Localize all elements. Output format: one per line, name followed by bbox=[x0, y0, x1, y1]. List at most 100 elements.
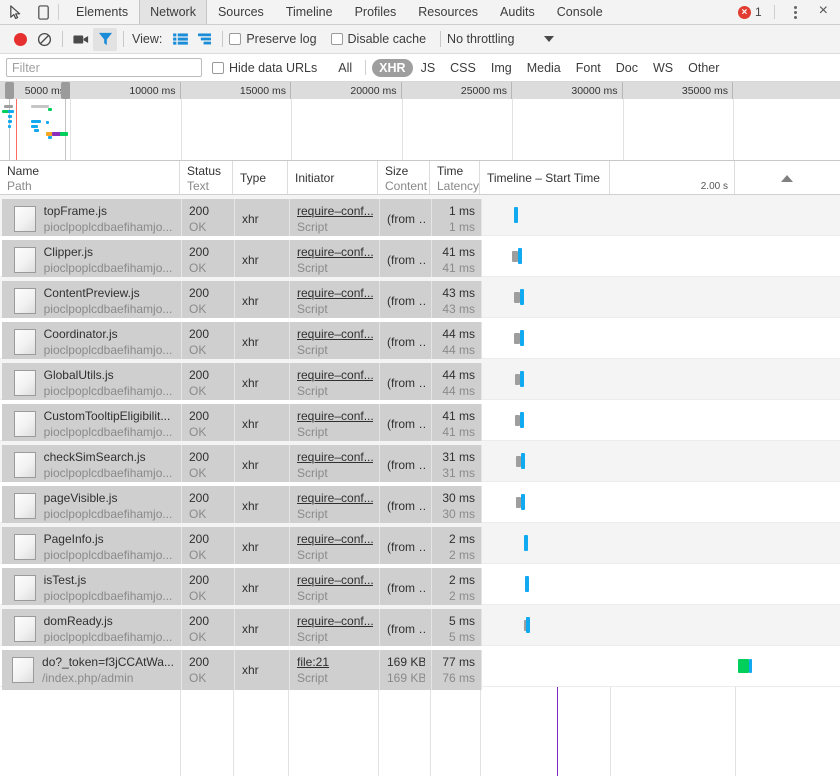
clear-button[interactable] bbox=[32, 28, 56, 51]
cell-name[interactable]: Coordinator.js pioclpoplcdbaefihamjo... bbox=[2, 322, 182, 362]
filter-type-all[interactable]: All bbox=[331, 59, 359, 77]
disable-cache-checkbox[interactable]: Disable cache bbox=[330, 32, 426, 46]
initiator-link[interactable]: require–conf... bbox=[297, 203, 373, 219]
cell-name[interactable]: pageVisible.js pioclpoplcdbaefihamjo... bbox=[2, 486, 182, 526]
filter-type-img[interactable]: Img bbox=[484, 59, 519, 77]
network-overview[interactable]: 5000 ms 10000 ms 15000 ms 20000 ms 25000 ms 3… bbox=[0, 82, 840, 161]
cell-name[interactable]: checkSimSearch.js pioclpoplcdbaefihamjo..… bbox=[2, 445, 182, 485]
device-toggle-icon[interactable] bbox=[34, 3, 52, 21]
column-header-size[interactable]: Size Content bbox=[378, 161, 430, 194]
cell-initiator[interactable]: require–conf... Script bbox=[290, 568, 380, 608]
filter-type-ws[interactable]: WS bbox=[646, 59, 680, 77]
filter-type-media[interactable]: Media bbox=[520, 59, 568, 77]
filter-type-font[interactable]: Font bbox=[569, 59, 608, 77]
cell-initiator[interactable]: require–conf... Script bbox=[290, 527, 380, 567]
table-row[interactable]: isTest.js pioclpoplcdbaefihamjo... 200 OK xh… bbox=[0, 564, 840, 608]
filter-type-doc[interactable]: Doc bbox=[609, 59, 645, 77]
file-icon bbox=[13, 247, 36, 273]
column-header-name[interactable]: Name Path bbox=[0, 161, 180, 194]
table-row[interactable]: topFrame.js pioclpoplcdbaefihamjo... 200 OK… bbox=[0, 195, 840, 239]
cell-initiator[interactable]: require–conf... Script bbox=[290, 445, 380, 485]
filter-type-xhr[interactable]: XHR bbox=[372, 58, 413, 77]
timeline-sort-cell[interactable] bbox=[735, 161, 840, 194]
list-view-icon[interactable] bbox=[168, 28, 192, 51]
more-options-icon[interactable] bbox=[781, 5, 811, 19]
column-header-time[interactable]: Time Latency bbox=[430, 161, 480, 194]
filter-icon[interactable] bbox=[93, 27, 117, 51]
table-row[interactable]: checkSimSearch.js pioclpoplcdbaefihamjo..… bbox=[0, 441, 840, 485]
tab-profiles[interactable]: Profiles bbox=[344, 0, 408, 24]
table-row[interactable]: do?_token=f3jCCAtWa... /index.php/admin 20… bbox=[0, 646, 840, 690]
cell-initiator[interactable]: require–conf... Script bbox=[290, 486, 380, 526]
tab-elements[interactable]: Elements bbox=[65, 0, 139, 24]
capture-screenshots-icon[interactable] bbox=[69, 28, 93, 51]
initiator-link[interactable]: require–conf... bbox=[297, 408, 373, 424]
cell-name[interactable]: Clipper.js pioclpoplcdbaefihamjo... bbox=[2, 240, 182, 280]
table-row[interactable]: domReady.js pioclpoplcdbaefihamjo... 200 OK… bbox=[0, 605, 840, 649]
inspect-element-icon[interactable] bbox=[6, 3, 24, 21]
cell-name[interactable]: isTest.js pioclpoplcdbaefihamjo... bbox=[2, 568, 182, 608]
table-row[interactable]: GlobalUtils.js pioclpoplcdbaefihamjo... 20… bbox=[0, 359, 840, 403]
cell-initiator[interactable]: require–conf... Script bbox=[290, 322, 380, 362]
cell-initiator[interactable]: require–conf... Script bbox=[290, 404, 380, 444]
cell-name[interactable]: PageInfo.js pioclpoplcdbaefihamjo... bbox=[2, 527, 182, 567]
cell-name[interactable]: do?_token=f3jCCAtWa... /index.php/admin bbox=[2, 650, 182, 690]
overview-window-handle-right[interactable] bbox=[61, 82, 70, 99]
waterfall-view-icon[interactable] bbox=[192, 28, 216, 51]
table-row[interactable]: Clipper.js pioclpoplcdbaefihamjo... 200 OK x… bbox=[0, 236, 840, 280]
column-header-timeline[interactable]: Timeline – Start Time bbox=[480, 161, 610, 194]
initiator-link[interactable]: require–conf... bbox=[297, 326, 373, 342]
overview-selection-edge[interactable] bbox=[9, 99, 10, 160]
tab-sources[interactable]: Sources bbox=[207, 0, 275, 24]
table-row[interactable]: PageInfo.js pioclpoplcdbaefihamjo... 200 OK… bbox=[0, 523, 840, 567]
initiator-link[interactable]: require–conf... bbox=[297, 367, 373, 383]
initiator-link[interactable]: require–conf... bbox=[297, 572, 373, 588]
tab-console[interactable]: Console bbox=[546, 0, 614, 24]
initiator-link[interactable]: require–conf... bbox=[297, 449, 373, 465]
preserve-log-checkbox[interactable]: Preserve log bbox=[229, 32, 317, 46]
column-header-type[interactable]: Type bbox=[233, 161, 288, 194]
overview-window-handle-left[interactable] bbox=[5, 82, 14, 99]
cell-initiator[interactable]: require–conf... Script bbox=[290, 363, 380, 403]
cell-initiator[interactable]: require–conf... Script bbox=[290, 281, 380, 321]
filter-type-js[interactable]: JS bbox=[414, 59, 443, 77]
cell-initiator[interactable]: require–conf... Script bbox=[290, 609, 380, 649]
filter-type-css[interactable]: CSS bbox=[443, 59, 483, 77]
error-badge[interactable]: × 1 bbox=[732, 5, 768, 19]
tab-timeline[interactable]: Timeline bbox=[275, 0, 344, 24]
hide-data-urls-checkbox[interactable]: Hide data URLs bbox=[212, 61, 317, 75]
cell-initiator[interactable]: require–conf... Script bbox=[290, 240, 380, 280]
column-header-initiator[interactable]: Initiator bbox=[288, 161, 378, 194]
table-row[interactable]: CustomTooltipEligibilit... pioclpoplcdbae… bbox=[0, 400, 840, 444]
overview-waterfall bbox=[0, 99, 840, 160]
tab-resources[interactable]: Resources bbox=[407, 0, 489, 24]
close-icon[interactable]: × bbox=[813, 3, 834, 21]
filter-input[interactable] bbox=[6, 58, 202, 77]
initiator-link[interactable]: require–conf... bbox=[297, 613, 373, 629]
table-row[interactable]: pageVisible.js pioclpoplcdbaefihamjo... 20… bbox=[0, 482, 840, 526]
throttling-dropdown[interactable]: No throttling bbox=[447, 32, 555, 46]
cell-initiator[interactable]: require–conf... Script bbox=[290, 199, 380, 239]
initiator-link[interactable]: file:21 bbox=[297, 654, 373, 670]
cell-initiator[interactable]: file:21 Script bbox=[290, 650, 380, 690]
initiator-link[interactable]: require–conf... bbox=[297, 490, 373, 506]
initiator-link[interactable]: require–conf... bbox=[297, 285, 373, 301]
record-button[interactable] bbox=[8, 28, 32, 51]
table-row[interactable]: ContentPreview.js pioclpoplcdbaefihamjo..… bbox=[0, 277, 840, 321]
cell-name[interactable]: ContentPreview.js pioclpoplcdbaefihamjo..… bbox=[2, 281, 182, 321]
cell-name[interactable]: domReady.js pioclpoplcdbaefihamjo... bbox=[2, 609, 182, 649]
table-row[interactable]: Coordinator.js pioclpoplcdbaefihamjo... 20… bbox=[0, 318, 840, 362]
cell-time: 43 ms 43 ms bbox=[432, 281, 482, 321]
tab-audits[interactable]: Audits bbox=[489, 0, 546, 24]
filter-type-other[interactable]: Other bbox=[681, 59, 726, 77]
cell-name[interactable]: topFrame.js pioclpoplcdbaefihamjo... bbox=[2, 199, 182, 239]
cell-name[interactable]: CustomTooltipEligibilit... pioclpoplcdbae… bbox=[2, 404, 182, 444]
overview-tick: 10000 ms bbox=[70, 82, 181, 99]
initiator-link[interactable]: require–conf... bbox=[297, 244, 373, 260]
initiator-link[interactable]: require–conf... bbox=[297, 531, 373, 547]
column-header-status[interactable]: Status Text bbox=[180, 161, 233, 194]
cell-name[interactable]: GlobalUtils.js pioclpoplcdbaefihamjo... bbox=[2, 363, 182, 403]
cell-status-secondary: OK bbox=[189, 220, 207, 234]
tab-network[interactable]: Network bbox=[139, 0, 207, 24]
overview-selection-edge[interactable] bbox=[65, 99, 66, 160]
